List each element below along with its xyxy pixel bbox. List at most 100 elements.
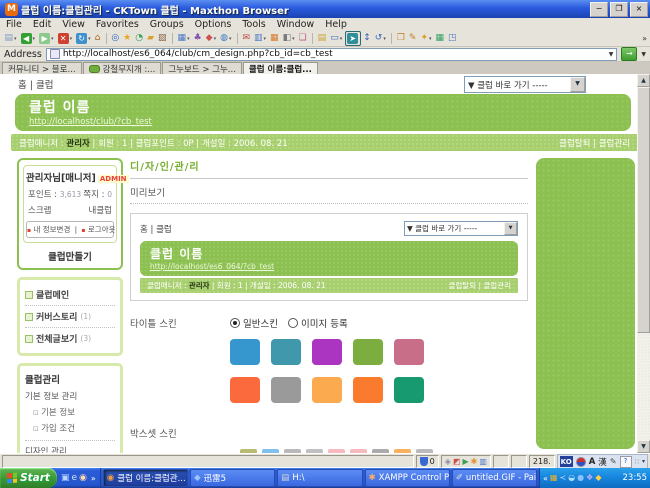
chevron-down-icon[interactable]: ▼ — [570, 77, 585, 92]
xunlei-tray-icon[interactable]: ≺ — [559, 473, 566, 483]
tab-4[interactable]: 클럽 이름:클럽... — [243, 62, 318, 74]
panel-icon[interactable]: ▦▾ — [176, 32, 191, 45]
sidebar-item-클럽메인[interactable]: 클럽메인 — [25, 284, 115, 306]
address-dropdown-icon[interactable]: ▼ — [609, 51, 614, 58]
toolbar-overflow-icon[interactable]: » — [642, 34, 647, 43]
mail-icon[interactable]: ✉ — [241, 32, 252, 45]
menu-file[interactable]: File — [6, 19, 22, 30]
home-icon[interactable]: ⌂ — [93, 32, 102, 45]
popup-blocker-panel[interactable]: 0 — [416, 455, 439, 468]
tray-expand-icon[interactable]: « — [543, 474, 548, 483]
notes-icon[interactable]: ▤ — [316, 32, 328, 45]
menu-tools[interactable]: Tools — [242, 19, 265, 30]
menu-favorites[interactable]: Favorites — [96, 19, 139, 30]
new-page-icon[interactable]: ▤▾ — [3, 32, 18, 45]
tab-2[interactable]: 강철무지개 :... — [83, 62, 162, 74]
scrollbar-thumb[interactable] — [637, 87, 650, 333]
messenger-tray-icon[interactable]: ▦ — [550, 473, 558, 483]
flashget-icon[interactable]: ➤ — [345, 31, 361, 46]
copy-icon[interactable]: ❐ — [395, 32, 406, 45]
taskbar-button-4[interactable]: ✱XAMPP Control Pan... — [365, 469, 450, 487]
club-quick-select[interactable]: ▼ 클럽 바로 가기 ----- ▼ — [464, 76, 586, 93]
menu-edit[interactable]: Edit — [33, 19, 51, 30]
preview-icon[interactable]: ◳ — [447, 32, 459, 45]
club-status-links[interactable]: 클럽탈퇴 | 클럽관리 — [559, 137, 630, 149]
chevron-down-icon[interactable]: ▾ — [214, 36, 217, 42]
menu-window[interactable]: Window — [277, 19, 314, 30]
folder-icon[interactable]: ▰ — [146, 32, 156, 45]
address-input[interactable]: http://localhost/es6_064/club/cm_design.… — [46, 48, 618, 61]
excel-icon[interactable]: ▦ — [434, 32, 446, 45]
chevron-down-icon[interactable]: ▾ — [187, 36, 190, 42]
capture-icon[interactable]: ❏ — [297, 32, 308, 45]
chevron-down-icon[interactable]: ▾ — [429, 36, 432, 42]
chevron-down-icon[interactable]: ▾ — [340, 36, 343, 42]
title-skin-swatch[interactable] — [394, 377, 424, 403]
radio-unselected-icon[interactable] — [288, 318, 298, 328]
ime-options-icon[interactable]: ∷ — [635, 458, 639, 466]
title-skin-swatch[interactable] — [271, 339, 301, 365]
ie-quick-icon[interactable]: e — [72, 473, 78, 483]
quick-launch-overflow-icon[interactable]: » — [91, 474, 96, 483]
chevron-down-icon[interactable]: ▾ — [51, 36, 54, 42]
refresh-icon[interactable]: ↻▾ — [75, 32, 93, 45]
resize-icon[interactable]: ▭▾ — [329, 32, 344, 45]
chevron-down-icon[interactable]: ▾ — [33, 36, 36, 42]
sidebar-item-전체글보기[interactable]: 전체글보기(3) — [25, 328, 115, 349]
scroll-down-icon[interactable]: ▼ — [637, 440, 650, 453]
close-button[interactable]: × — [630, 2, 648, 17]
menu-help[interactable]: Help — [325, 19, 347, 30]
chevron-down-icon[interactable]: ▾ — [264, 36, 267, 42]
filter-icon[interactable]: ▨ — [157, 32, 169, 45]
title-skin-swatch[interactable] — [230, 339, 260, 365]
favorites-icon[interactable]: ★ — [122, 32, 133, 45]
chevron-down-icon[interactable]: ▾ — [70, 36, 73, 42]
chevron-down-icon[interactable]: ▾ — [88, 36, 91, 42]
title-skin-swatch[interactable] — [353, 377, 383, 403]
plugin-icon[interactable]: ◧▾ — [281, 32, 296, 45]
chevron-down-icon[interactable]: ▾ — [292, 36, 295, 42]
radio-normal-skin[interactable]: 일반스킨 — [230, 316, 278, 330]
tab-3[interactable]: 그누보드 > 그누... — [162, 62, 242, 74]
taskbar-button-5[interactable]: ✐untitled.GIF - Paint — [452, 469, 537, 487]
menu-options[interactable]: Options — [195, 19, 232, 30]
taskbar-button-3[interactable]: ▤H:\ — [277, 469, 362, 487]
xampp-tray-icon[interactable]: ◆ — [595, 473, 601, 483]
admin-item-기본 정보[interactable]: ⊡ 기본 정보 — [25, 404, 115, 420]
rss-icon[interactable]: ◆▾ — [204, 32, 217, 45]
history-icon[interactable]: ◔ — [134, 32, 145, 45]
address-url[interactable]: http://localhost/es6_064/club/cm_design.… — [63, 49, 333, 59]
calendar-icon[interactable]: ▦ — [269, 32, 281, 45]
restore-button[interactable]: ❐ — [610, 2, 628, 17]
admin-group-1[interactable]: 디자인 관리 — [25, 445, 115, 453]
maxthon-quick-icon[interactable]: ▣ — [61, 473, 70, 483]
hanja-mode-icon[interactable]: 漢 — [598, 456, 607, 468]
breadcrumb[interactable]: 홈 | 클럽 — [18, 77, 53, 91]
tab-1[interactable]: 커뮤니티 > 블로... — [2, 62, 82, 74]
admin-item-가입 조건[interactable]: ⊡ 가입 조건 — [25, 420, 115, 436]
groups-icon[interactable]: ♣ — [192, 32, 203, 45]
scrap-link[interactable]: 스크랩 — [28, 204, 51, 216]
script-icon[interactable]: ✦▾ — [419, 32, 433, 45]
ime-help-icon[interactable]: ? — [620, 456, 632, 468]
scroll-up-icon[interactable]: ▲ — [637, 74, 650, 87]
chevron-down-icon[interactable]: ▾ — [14, 36, 17, 42]
forward-icon[interactable]: ▶▾ — [38, 32, 56, 45]
latin-mode-icon[interactable]: A — [589, 457, 596, 467]
taegeuk-icon[interactable] — [576, 457, 586, 467]
network-tray-icon[interactable]: ● — [577, 473, 584, 483]
vertical-scrollbar[interactable]: ▲ ▼ — [637, 74, 650, 453]
menu-view[interactable]: View — [62, 19, 85, 30]
go-button[interactable]: → — [621, 47, 637, 61]
title-skin-swatch[interactable] — [312, 377, 342, 403]
taskbar-button-2[interactable]: ◆迅雷5 — [190, 469, 275, 487]
media-quick-icon[interactable]: ◉ — [79, 473, 87, 483]
create-club-link[interactable]: 클럽만들기 — [23, 243, 117, 266]
title-skin-swatch[interactable] — [230, 377, 260, 403]
minimize-button[interactable]: − — [590, 2, 608, 17]
chat-tray-icon[interactable]: ◒ — [568, 473, 575, 483]
go-dropdown-icon[interactable]: ▼ — [641, 51, 646, 58]
title-skin-swatch[interactable] — [353, 339, 383, 365]
admin-group-0[interactable]: 기본 정보 관리 — [25, 390, 115, 402]
edit-info-link[interactable]: 내 정보변경 — [33, 225, 70, 234]
